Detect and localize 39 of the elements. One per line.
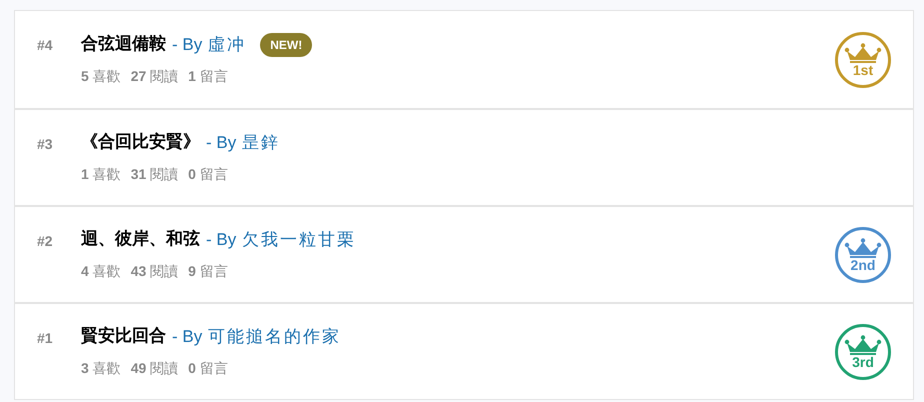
rank-number: #4 bbox=[36, 36, 54, 55]
ranking-row[interactable]: #3 《合回比安賢》 - By 昰鋅 1 喜歡 31 閱讀 0 留言 bbox=[15, 108, 913, 205]
ranking-row[interactable]: #2 迴、彼岸、和弦 - By 欠我一粒甘栗 4 喜歡 43 閱讀 9 留言 2nd bbox=[15, 205, 913, 302]
author-link[interactable]: 欠我一粒甘栗 bbox=[242, 227, 356, 253]
crown-icon bbox=[844, 238, 882, 258]
story-title[interactable]: 迴、彼岸、和弦 bbox=[81, 227, 200, 253]
stat-text: 0 留言 bbox=[188, 164, 228, 184]
stat-text: 1 喜歡 bbox=[81, 164, 121, 184]
story-title[interactable]: 合弦迴備鞍 bbox=[81, 32, 166, 58]
stat-text: 3 喜歡 bbox=[81, 358, 121, 378]
author-link[interactable]: 虛冲 bbox=[208, 32, 246, 58]
rank-number: #2 bbox=[36, 232, 54, 251]
award-label: 1st bbox=[852, 62, 874, 76]
stat-text: 1 留言 bbox=[188, 66, 228, 86]
by-label: - By bbox=[172, 326, 202, 348]
by-label: - By bbox=[206, 132, 236, 154]
crown-icon bbox=[844, 334, 882, 354]
by-label: - By bbox=[172, 34, 202, 56]
stat-text: 49 閱讀 bbox=[130, 358, 178, 378]
author-link[interactable]: 可能搥名的作家 bbox=[208, 324, 342, 350]
crown-icon bbox=[844, 42, 882, 62]
award-label: 3rd bbox=[852, 354, 874, 368]
by-label: - By bbox=[206, 229, 236, 252]
story-title[interactable]: 《合回比安賢》 bbox=[81, 130, 200, 156]
stat-text: 5 喜歡 bbox=[81, 66, 121, 86]
stat-text: 31 閱讀 bbox=[130, 164, 178, 184]
story-title[interactable]: 賢安比回合 bbox=[81, 324, 166, 350]
stat-text: 9 留言 bbox=[188, 262, 228, 281]
new-badge: NEW! bbox=[260, 33, 312, 57]
stat-text: 4 喜歡 bbox=[81, 262, 121, 281]
stat-text: 0 留言 bbox=[188, 358, 228, 378]
ranking-row[interactable]: #4 合弦迴備鞍 - By 虛冲 NEW! 5 喜歡 27 閱讀 1 留言 1st bbox=[15, 11, 913, 108]
rank-number: #1 bbox=[36, 329, 54, 348]
ranking-row[interactable]: #1 賢安比回合 - By 可能搥名的作家 3 喜歡 49 閱讀 0 留言 3rd bbox=[15, 302, 913, 399]
stat-text: 27 閱讀 bbox=[130, 66, 178, 86]
award-label: 2nd bbox=[850, 258, 876, 272]
author-link[interactable]: 昰鋅 bbox=[242, 130, 280, 156]
stat-text: 43 閱讀 bbox=[130, 262, 178, 281]
rank-number: #3 bbox=[36, 135, 54, 154]
